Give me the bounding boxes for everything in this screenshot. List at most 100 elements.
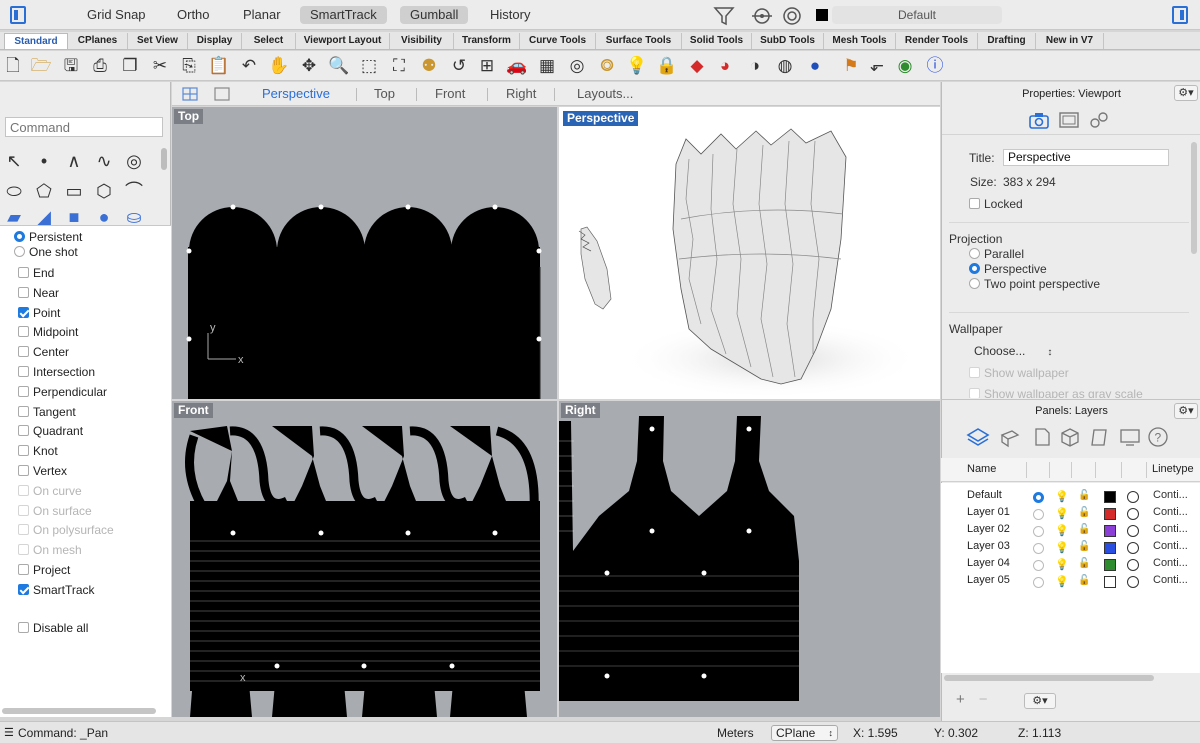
layer-material-circle[interactable] [1127,576,1139,588]
osnap-perpendicular[interactable]: Perpendicular [18,384,107,400]
layers-options-gear-icon[interactable]: ⚙▾ [1024,693,1056,709]
light-bulb-icon[interactable]: 💡 [1055,507,1069,520]
layer-color-swatch[interactable] [1104,542,1116,554]
select-arrow-icon[interactable]: ↖ [2,150,26,172]
target-icon[interactable] [780,5,804,27]
shaded-sphere-icon[interactable]: ◑ [744,55,766,77]
osnap-project[interactable]: Project [18,562,70,578]
layer-row[interactable]: Default 💡 🔓 Conti... [941,488,1200,505]
rotate-view-icon[interactable]: ✥ [298,55,320,77]
dimension-icon[interactable]: ⬐ [866,55,888,77]
tab-set-view[interactable]: Set View [128,33,188,49]
layers-icon[interactable] [966,426,990,448]
current-layer-radio[interactable] [1033,492,1044,503]
layer-material-circle[interactable] [1127,525,1139,537]
tab-render-tools[interactable]: Render Tools [896,33,978,49]
osnap-quadrant[interactable]: Quadrant [18,423,83,439]
layers-scrollbar[interactable] [944,675,1154,681]
layer-row[interactable]: Layer 05 💡 🔓 Conti... [941,573,1200,590]
undo-view-icon[interactable]: ↺ [448,55,470,77]
layer-color-swatch[interactable] [1104,576,1116,588]
current-layer-radio[interactable] [1033,526,1044,537]
copy-icon[interactable]: ⎘ [178,55,200,77]
light-bulb-icon[interactable]: 💡 [1055,524,1069,537]
layer-linetype[interactable]: Conti... [1153,489,1188,501]
filter-icon[interactable] [712,5,736,27]
color-wheel-icon[interactable]: ◕ [714,55,736,77]
notes-icon[interactable] [1088,426,1112,448]
display-icon[interactable] [1118,426,1142,448]
viewport-title-field[interactable]: Perspective [1003,149,1169,166]
osnap-knot[interactable]: Knot [18,443,58,459]
viewport-top[interactable]: y x Top [172,107,557,399]
polygon-icon[interactable]: ⬠ [32,180,56,202]
tab-solid-tools[interactable]: Solid Tools [682,33,752,49]
tools-scrollbar[interactable] [161,148,167,170]
command-input[interactable] [5,117,163,137]
planar-toggle[interactable]: Planar [233,6,291,24]
tab-standard[interactable]: Standard [4,33,68,49]
new-file-icon[interactable]: 🗋 [2,55,24,77]
unlock-icon[interactable]: 🔓 [1078,558,1090,569]
tab-viewport-layout[interactable]: Viewport Layout [296,33,390,49]
viewport-perspective[interactable]: Perspective [559,107,940,399]
vp-tab-perspective[interactable]: Perspective [262,85,330,103]
tab-cplanes[interactable]: CPlanes [68,33,128,49]
toggle-left-sidebar-icon[interactable] [10,6,26,24]
zoom-selected-icon[interactable]: ⚉ [418,55,440,77]
osnap-end[interactable]: End [18,265,54,281]
fillet-icon[interactable]: ⌒ [122,180,146,202]
arc-icon[interactable]: ⬡ [92,180,116,202]
unlock-icon[interactable]: 🔓 [1078,507,1090,518]
tab-transform[interactable]: Transform [454,33,520,49]
tab-surface-tools[interactable]: Surface Tools [596,33,682,49]
unlock-icon[interactable]: 🔓 [1078,541,1090,552]
layer-row[interactable]: Layer 01 💡 🔓 Conti... [941,505,1200,522]
undo-icon[interactable]: ↶ [238,55,260,77]
cplane-select[interactable]: CPlane ↕ [771,725,838,741]
lock-icon[interactable]: 🔒 [656,55,678,77]
osnap-near[interactable]: Near [18,285,59,301]
layer-material-circle[interactable] [1127,508,1139,520]
viewport-label-top[interactable]: Top [174,109,204,124]
projection-two-point-radio[interactable]: Two point perspective [969,277,1100,291]
wire-sphere-icon[interactable]: ◍ [774,55,796,77]
four-view-layout-icon[interactable] [182,87,198,101]
polyline-icon[interactable]: ∧ [62,150,86,172]
document-icon[interactable] [1030,426,1054,448]
column-header-name[interactable]: Name [967,463,996,475]
unlock-icon[interactable]: 🔓 [1078,575,1090,586]
help-question-icon[interactable]: ? [1146,426,1170,448]
circle-tool-icon[interactable]: ◎ [122,150,146,172]
units-label[interactable]: Meters [717,726,754,740]
layer-linetype[interactable]: Conti... [1153,523,1188,535]
tab-mesh-tools[interactable]: Mesh Tools [824,33,896,49]
print-icon[interactable]: ⎙ [89,55,111,77]
layer-linetype[interactable]: Conti... [1153,557,1188,569]
layer-material-circle[interactable] [1127,542,1139,554]
current-layer-radio[interactable] [1033,560,1044,571]
four-viewports-icon[interactable]: ⊞ [476,55,498,77]
vp-tab-layouts[interactable]: Layouts... [577,85,633,103]
remove-layer-icon[interactable]: − [979,691,988,708]
layers-gear-icon[interactable]: ⚙▾ [1174,403,1198,419]
properties-scrollbar[interactable] [1191,142,1197,254]
osnap-midpoint[interactable]: Midpoint [18,324,78,340]
linked-objects-icon[interactable] [1088,110,1110,130]
zoom-window-icon[interactable]: ⬚ [358,55,380,77]
osnap-intersection[interactable]: Intersection [18,364,95,380]
layer-color-swatch[interactable] [1104,559,1116,571]
properties-gear-icon[interactable]: ⚙▾ [1174,85,1198,101]
layer-linetype[interactable]: Conti... [1153,540,1188,552]
help-icon[interactable]: ⓘ [924,55,946,77]
command-list-icon[interactable]: ☰ [4,726,14,739]
history-toggle[interactable]: History [480,6,540,24]
viewport-label-perspective[interactable]: Perspective [563,111,639,126]
toggle-right-sidebar-icon[interactable] [1172,6,1188,24]
viewport-label-front[interactable]: Front [174,403,213,418]
unlock-icon[interactable]: 🔓 [1078,490,1090,501]
left-panel-scrollbar[interactable] [2,708,156,714]
ellipse-icon[interactable]: ⬭ [2,180,26,202]
osnap-vertex[interactable]: Vertex [18,463,67,479]
tab-subd-tools[interactable]: SubD Tools [752,33,824,49]
